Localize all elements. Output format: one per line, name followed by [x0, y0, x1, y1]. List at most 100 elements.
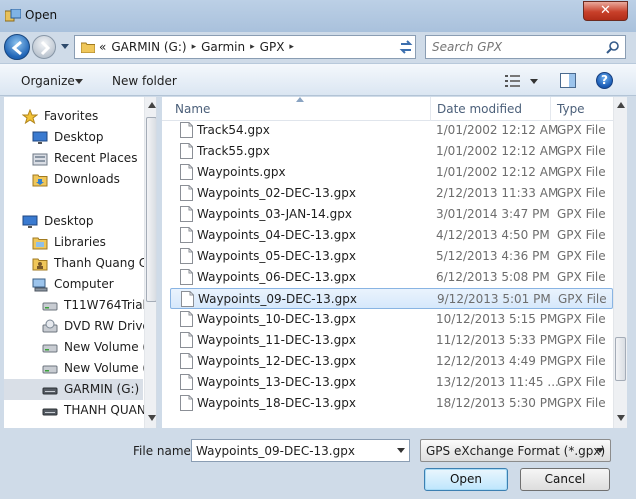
nav-item-label: Downloads	[54, 172, 120, 186]
file-name-input[interactable]	[196, 443, 386, 459]
scroll-up-icon[interactable]	[617, 102, 625, 108]
file-icon	[180, 374, 193, 390]
preview-pane-icon[interactable]	[560, 73, 576, 88]
search-input[interactable]	[432, 39, 602, 55]
removable-drive-icon	[42, 387, 58, 395]
chevron-right-icon[interactable]: ▸	[289, 42, 294, 52]
file-date: 13/12/2013 11:45 ...	[436, 375, 559, 389]
help-icon[interactable]: ?	[596, 72, 613, 89]
file-date: 9/12/2013 5:01 PM	[437, 292, 551, 306]
new-folder-button[interactable]: New folder	[112, 74, 177, 88]
file-row[interactable]: Waypoints_13-DEC-13.gpx 13/12/2013 11:45 …	[170, 372, 613, 393]
recent-pages-dropdown-icon[interactable]	[60, 40, 70, 52]
chevron-down-icon[interactable]	[75, 79, 83, 84]
breadcrumb-overflow[interactable]: «	[99, 40, 106, 54]
file-type: GPX File	[558, 292, 607, 306]
scroll-down-icon[interactable]	[617, 415, 625, 421]
column-header-name[interactable]: Name	[175, 102, 210, 116]
nav-item-recent-places[interactable]: Recent Places	[4, 148, 143, 169]
column-header-date[interactable]: Date modified	[437, 102, 522, 116]
views-icon[interactable]	[505, 74, 521, 88]
nav-item-new-volume[interactable]: New Volume (	[4, 358, 147, 379]
file-row[interactable]: Waypoints_04-DEC-13.gpx 4/12/2013 4:50 PM…	[170, 225, 613, 246]
window-title: Open	[25, 8, 58, 22]
search-icon[interactable]	[606, 40, 620, 54]
file-name-combobox[interactable]	[191, 439, 410, 462]
nav-item-libraries[interactable]: Libraries	[4, 232, 143, 253]
chevron-right-icon[interactable]: ▸	[250, 42, 255, 52]
file-row[interactable]: Waypoints.gpx 1/01/2002 12:12 AM GPX File	[170, 162, 613, 183]
file-date: 3/01/2014 3:47 PM	[436, 207, 550, 221]
file-row[interactable]: Track54.gpx 1/01/2002 12:12 AM GPX File	[170, 120, 613, 141]
file-date: 4/12/2013 4:50 PM	[436, 228, 550, 242]
file-list-scrollbar[interactable]	[613, 97, 627, 428]
nav-item-label: DVD RW Drive	[64, 319, 150, 333]
chevron-right-icon[interactable]: ▸	[192, 42, 197, 52]
chevron-down-icon	[596, 448, 604, 453]
computer-icon	[32, 278, 48, 292]
file-type: GPX File	[557, 165, 606, 179]
file-name: Waypoints_11-DEC-13.gpx	[197, 333, 356, 347]
file-icon	[180, 164, 193, 180]
breadcrumb-item-gpx[interactable]: GPX	[260, 40, 285, 54]
scrollbar-thumb[interactable]	[146, 117, 156, 302]
file-row[interactable]: Waypoints_02-DEC-13.gpx 2/12/2013 11:33 A…	[170, 183, 613, 204]
address-bar[interactable]: « GARMIN (G:) ▸ Garmin ▸ GPX ▸	[74, 35, 454, 59]
chevron-down-icon[interactable]	[397, 448, 405, 453]
file-row[interactable]: Waypoints_11-DEC-13.gpx 11/12/2013 5:33 P…	[170, 330, 613, 351]
drive-icon	[42, 302, 58, 311]
open-button[interactable]: Open	[424, 468, 508, 491]
nav-item-label: Favorites	[44, 109, 99, 123]
scrollbar-thumb[interactable]	[615, 337, 626, 381]
nav-item-label: Libraries	[54, 235, 106, 249]
file-icon	[180, 353, 193, 369]
recent-places-icon	[32, 153, 48, 166]
nav-item-favorites[interactable]: Favorites	[4, 106, 143, 127]
refresh-button[interactable]	[393, 35, 419, 59]
file-row[interactable]: Waypoints_09-DEC-13.gpx 9/12/2013 5:01 PM…	[170, 288, 613, 309]
file-row[interactable]: Waypoints_05-DEC-13.gpx 5/12/2013 4:36 PM…	[170, 246, 613, 267]
file-name: Waypoints_12-DEC-13.gpx	[197, 354, 356, 368]
file-date: 11/12/2013 5:33 PM	[436, 333, 558, 347]
nav-item-downloads[interactable]: Downloads	[4, 169, 143, 190]
file-date: 6/12/2013 5:08 PM	[436, 270, 550, 284]
organize-button[interactable]: Organize	[21, 74, 75, 88]
nav-item-thanh-quan[interactable]: THANH QUAN	[4, 400, 146, 421]
scroll-up-icon[interactable]	[148, 102, 156, 108]
nav-item-dvd-rw-drive[interactable]: DVD RW Drive	[4, 316, 150, 337]
navigation-scrollbar[interactable]	[144, 97, 156, 428]
breadcrumb-item-drive[interactable]: GARMIN (G:)	[111, 40, 186, 54]
file-row[interactable]: Waypoints_06-DEC-13.gpx 6/12/2013 5:08 PM…	[170, 267, 613, 288]
file-type-select[interactable]: GPS eXchange Format (*.gpx)	[420, 439, 611, 462]
breadcrumb-item-garmin[interactable]: Garmin	[201, 40, 245, 54]
file-name: Waypoints_02-DEC-13.gpx	[197, 186, 356, 200]
file-list: Track54.gpx 1/01/2002 12:12 AM GPX File Tra…	[162, 118, 613, 424]
column-header-type[interactable]: Type	[557, 102, 585, 116]
file-row[interactable]: Waypoints_03-JAN-14.gpx 3/01/2014 3:47 PM…	[170, 204, 613, 225]
back-button[interactable]	[4, 34, 30, 60]
file-row[interactable]: Waypoints_18-DEC-13.gpx 18/12/2013 5:30 P…	[170, 393, 613, 414]
nav-item-new-volume[interactable]: New Volume (	[4, 337, 147, 358]
close-button[interactable]: ✕	[583, 1, 628, 21]
search-box[interactable]	[425, 35, 626, 59]
app-icon	[5, 9, 21, 22]
file-row[interactable]: Waypoints_12-DEC-13.gpx 12/12/2013 4:49 P…	[170, 351, 613, 372]
forward-button[interactable]	[32, 35, 56, 59]
nav-item-garmin-g[interactable]: GARMIN (G:)	[4, 379, 143, 400]
nav-item-label: T11W764Trial	[64, 298, 146, 312]
file-icon	[180, 206, 193, 222]
file-list-pane: Name Date modified Type Track54.gpx 1/01/…	[162, 97, 627, 428]
chevron-down-icon[interactable]	[530, 79, 538, 84]
downloads-icon	[32, 174, 48, 187]
desktop-icon	[32, 131, 48, 144]
nav-item-t11w764trial[interactable]: T11W764Trial	[4, 295, 146, 316]
cancel-button[interactable]: Cancel	[520, 468, 610, 491]
nav-item-label: Thanh Quang C	[54, 256, 148, 270]
file-row[interactable]: Waypoints_10-DEC-13.gpx 10/12/2013 5:15 P…	[170, 309, 613, 330]
nav-item-desktop[interactable]: Desktop	[4, 127, 143, 148]
nav-item-computer[interactable]: Computer	[4, 274, 143, 295]
nav-item-thanh-quang-c[interactable]: Thanh Quang C	[4, 253, 147, 274]
scroll-down-icon[interactable]	[148, 415, 156, 421]
nav-item-desktop[interactable]: Desktop	[4, 211, 143, 232]
file-row[interactable]: Track55.gpx 1/01/2002 12:12 AM GPX File	[170, 141, 613, 162]
